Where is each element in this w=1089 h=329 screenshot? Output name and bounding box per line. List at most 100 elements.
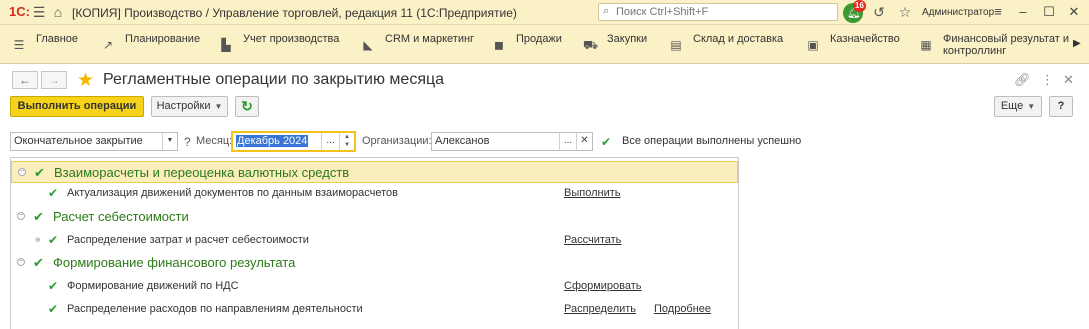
settings-menu-icon[interactable]: ≡ [988, 3, 1008, 21]
section-label: Учет производства [243, 33, 340, 45]
section-label: Главное [36, 33, 79, 45]
forward-button[interactable]: → [41, 71, 67, 89]
operation-row: ✔ Актуализация движений документов по да… [11, 183, 738, 203]
minimize-icon[interactable]: – [1013, 3, 1033, 21]
operation-title: Распределение расходов по направлениям д… [67, 303, 363, 315]
command-bar: Выполнить операции Настройки ▼ ↻ Еще ▼ ? [0, 96, 1089, 118]
check-icon: ✔ [48, 186, 59, 200]
section-label: Финансовый результат и контроллинг [943, 33, 1069, 57]
search-input[interactable] [616, 5, 831, 19]
month-label: Месяц: [196, 135, 233, 147]
more-dropdown-button[interactable]: Еще ▼ [994, 96, 1042, 117]
link-icon[interactable]: 🔗︎ [1014, 72, 1031, 88]
warehouse-icon: ▤ [670, 38, 682, 52]
operation-action-link[interactable]: Сформировать [564, 280, 642, 292]
expand-icon[interactable]: ⊕ [35, 236, 41, 244]
notifications-badge: 16 [853, 0, 866, 12]
check-icon: ✔ [48, 233, 59, 247]
operation-title: Распределение затрат и расчет себестоимо… [67, 234, 309, 246]
group-row[interactable]: − ✔ Расчет себестоимости [11, 206, 738, 228]
section-label: Закупки [607, 33, 648, 45]
closing-mode-value: Окончательное закрытие [14, 135, 143, 147]
close-icon[interactable]: ✕ [1064, 3, 1084, 21]
group-row[interactable]: − ✔ Взаиморасчеты и переоценка валютных … [11, 161, 738, 183]
status-text: Все операции выполнены успешно [622, 135, 802, 147]
chevron-right-icon[interactable]: ▶ [1073, 38, 1081, 49]
favorites-star-icon[interactable]: ☆ [896, 3, 914, 21]
section-label: Планирование [125, 33, 201, 45]
bag-icon: ◼ [494, 38, 504, 52]
home-icon[interactable]: ⌂ [49, 3, 67, 21]
help-hint-icon[interactable]: ? [184, 135, 191, 149]
global-search[interactable]: ⌕ [598, 3, 838, 21]
org-label: Организации: [362, 135, 432, 147]
run-operations-button[interactable]: Выполнить операции [10, 96, 144, 117]
org-choose-button[interactable]: ... [559, 133, 576, 150]
group-title: Расчет себестоимости [53, 209, 189, 224]
close-form-icon[interactable]: ✕ [1063, 72, 1074, 88]
more-vertical-icon[interactable]: ⋮ [1041, 72, 1054, 88]
collapse-icon[interactable]: − [17, 212, 25, 220]
megaphone-icon: ◣ [363, 38, 373, 52]
check-icon: ✔ [33, 255, 44, 270]
form-header: ← → ★ Регламентные операции по закрытию … [0, 64, 1089, 96]
operation-action-link[interactable]: Распределить [564, 303, 636, 315]
organization-field[interactable]: Алексанов ... ✕ [431, 132, 593, 151]
operation-action-link[interactable]: Выполнить [564, 187, 620, 199]
closing-mode-select[interactable]: Окончательное закрытие ▼ [10, 132, 178, 151]
back-button[interactable]: ← [12, 71, 38, 89]
check-icon: ✔ [48, 279, 59, 293]
collapse-icon[interactable]: − [17, 258, 25, 266]
month-spinner[interactable]: ▲ ▼ [339, 133, 354, 150]
operation-row: ✔ Формирование движений по НДС Сформиров… [11, 276, 738, 296]
menu-icon: ☰ [13, 38, 25, 52]
operation-row: ✔ Распределение расходов по направлениям… [11, 299, 738, 319]
history-icon[interactable]: ↺ [870, 3, 888, 21]
organization-value: Алексанов [435, 135, 490, 147]
favorite-star-icon[interactable]: ★ [77, 69, 94, 92]
refresh-button[interactable]: ↻ [235, 96, 259, 117]
maximize-icon[interactable]: ☐ [1039, 3, 1059, 21]
month-field[interactable]: Декабрь 2024 ... ▲ ▼ [231, 131, 356, 152]
more-label: Еще [1000, 100, 1024, 112]
success-check-icon: ✔ [601, 135, 612, 149]
section-label: Склад и доставка [693, 33, 784, 45]
group-row[interactable]: − ✔ Формирование финансового результата [11, 252, 738, 274]
chevron-down-icon: ▼ [1027, 102, 1036, 111]
title-bar: 1С: ☰ ⌂ [КОПИЯ] Производство / Управлени… [0, 0, 1089, 25]
factory-icon: ▙ [221, 38, 231, 52]
group-title: Взаиморасчеты и переоценка валютных сред… [54, 165, 350, 180]
window-title: [КОПИЯ] Производство / Управление торгов… [72, 6, 517, 20]
section-label: CRM и маркетинг [385, 33, 475, 45]
hamburger-menu-icon[interactable]: ☰ [30, 3, 48, 21]
operation-row: ⊕ ✔ Распределение затрат и расчет себест… [11, 230, 738, 250]
month-value: Декабрь 2024 [236, 135, 309, 147]
operation-action-link[interactable]: Рассчитать [564, 234, 621, 246]
refresh-icon: ↻ [241, 98, 253, 114]
operations-tree: − ✔ Взаиморасчеты и переоценка валютных … [10, 157, 739, 329]
section-label: Казначейство [830, 33, 900, 45]
group-title: Формирование финансового результата [53, 255, 296, 270]
collapse-icon[interactable]: − [18, 168, 26, 176]
user-name[interactable]: Администратор [922, 7, 994, 18]
search-icon: ⌕ [603, 5, 610, 17]
check-icon: ✔ [33, 209, 44, 224]
notifications-button[interactable]: 🔔︎ 16 [843, 0, 866, 23]
operation-details-link[interactable]: Подробнее [654, 303, 711, 315]
app-logo: 1С: [9, 4, 30, 19]
help-button[interactable]: ? [1049, 96, 1073, 117]
section-finance[interactable]: ▦ Финансовый результат и контроллинг [919, 25, 1071, 64]
operation-title: Формирование движений по НДС [67, 280, 239, 292]
sections-panel: ☰ Главное ↗ Планирование ▙ Учет производ… [0, 25, 1089, 64]
finance-icon: ▦ [920, 38, 932, 52]
check-icon: ✔ [34, 165, 45, 180]
month-choose-button[interactable]: ... [321, 133, 339, 150]
settings-label: Настройки [156, 100, 211, 112]
section-label: Продажи [516, 33, 562, 45]
check-icon: ✔ [48, 302, 59, 316]
filter-row: Окончательное закрытие ▼ ? Месяц: Декабр… [0, 131, 1089, 152]
chevron-down-icon[interactable]: ▼ [162, 133, 177, 150]
bank-icon: ▣ [807, 38, 819, 52]
settings-dropdown-button[interactable]: Настройки ▼ [151, 96, 228, 117]
clear-icon[interactable]: ✕ [576, 133, 592, 150]
